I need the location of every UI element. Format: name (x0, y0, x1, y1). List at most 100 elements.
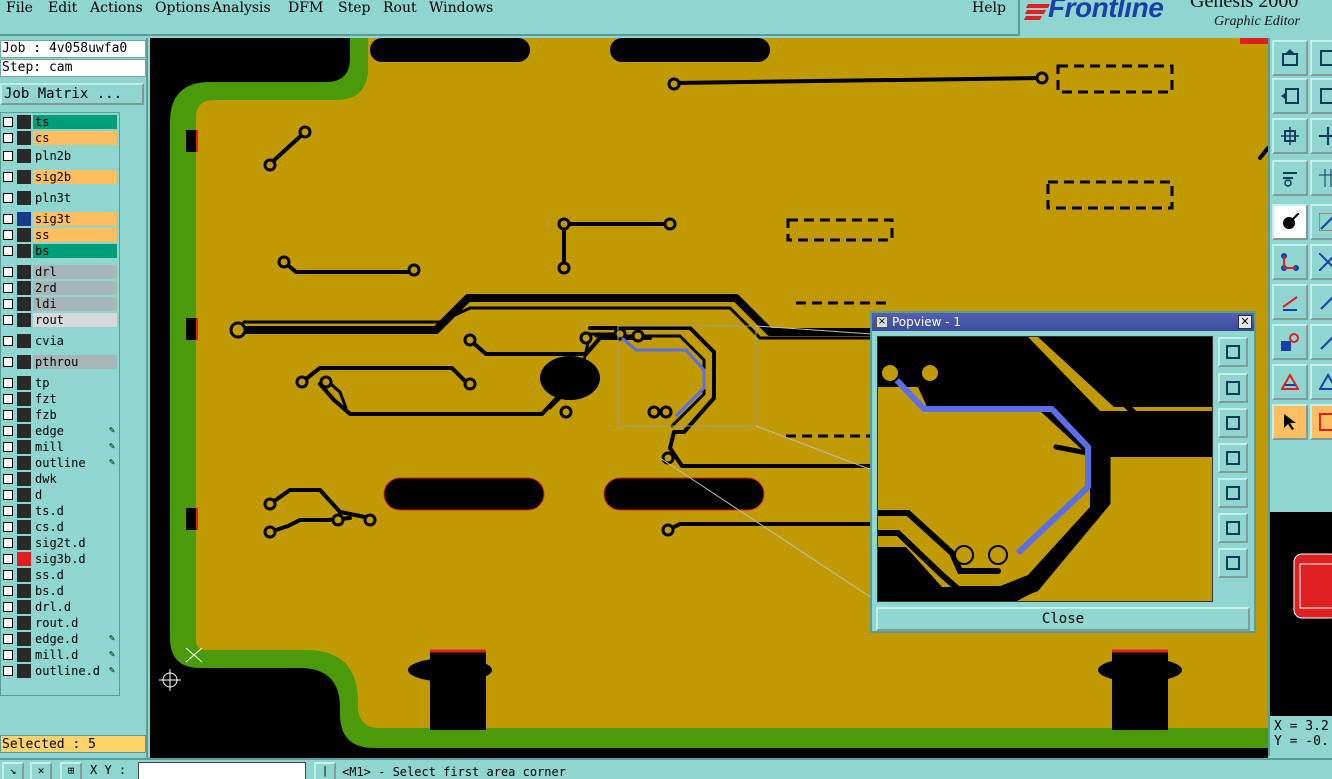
menu-rout[interactable]: Rout (383, 0, 417, 16)
measure-tool-button[interactable] (1272, 160, 1308, 196)
layer-row[interactable]: pthrou (1, 355, 119, 369)
layer-row[interactable]: dwk (1, 472, 119, 486)
layer-row[interactable]: mill.d ✎ (1, 648, 119, 662)
layer-name[interactable]: cs (33, 131, 117, 145)
layer-checkbox[interactable] (3, 474, 13, 484)
layer-affected-marker[interactable] (17, 632, 31, 646)
popview-menu-icon[interactable]: × (876, 316, 888, 328)
layer-name[interactable]: drl.d (33, 600, 117, 614)
layer-row[interactable]: edge ✎ (1, 424, 119, 438)
draw-line-button[interactable] (1272, 284, 1308, 320)
popview-zoom-view[interactable] (877, 336, 1213, 602)
layer-name[interactable]: ts.d (33, 504, 117, 518)
layer-name[interactable]: fzb (33, 408, 117, 422)
layer-checkbox[interactable] (3, 634, 13, 644)
layer-checkbox[interactable] (3, 357, 13, 367)
menu-options[interactable]: Options (155, 0, 210, 16)
grid-snap-button[interactable]: ⊞ (60, 762, 82, 779)
layer-affected-marker[interactable] (17, 244, 31, 258)
layer-row[interactable]: tp (1, 376, 119, 390)
layer-checkbox[interactable] (3, 214, 13, 224)
layer-affected-marker[interactable] (17, 552, 31, 566)
layer-row[interactable]: outline ✎ (1, 456, 119, 470)
layer-row[interactable]: ldi (1, 297, 119, 311)
popview-window[interactable]: × Popview - 1 ✕ Close (870, 311, 1256, 633)
layer-checkbox[interactable] (3, 193, 13, 203)
layer-row[interactable]: 2rd (1, 281, 119, 295)
layer-name[interactable]: cvia (33, 334, 117, 348)
layer-checkbox[interactable] (3, 378, 13, 388)
popview-pan-left-button[interactable] (1218, 443, 1248, 473)
layer-row[interactable]: cvia (1, 334, 119, 348)
layer-name[interactable]: sig3t (33, 212, 117, 226)
layer-checkbox[interactable] (3, 554, 13, 564)
cross-tool-button[interactable] (1310, 244, 1332, 280)
layer-name[interactable]: fzt (33, 392, 117, 406)
layer-name[interactable]: rout (33, 313, 117, 327)
layer-row[interactable]: drl.d (1, 600, 119, 614)
menu-step[interactable]: Step (338, 0, 370, 16)
layer-row[interactable]: ss.d (1, 568, 119, 582)
layer-affected-marker[interactable] (17, 488, 31, 502)
layer-affected-marker[interactable] (17, 355, 31, 369)
layer-checkbox[interactable] (3, 117, 13, 127)
layer-checkbox[interactable] (3, 283, 13, 293)
layer-name[interactable]: sig3b.d (33, 552, 117, 566)
layer-affected-marker[interactable] (17, 504, 31, 518)
add-pad-button[interactable] (1272, 324, 1308, 360)
layer-row[interactable]: mill ✎ (1, 440, 119, 454)
zoom-fit-button[interactable] (1272, 118, 1308, 154)
layer-checkbox[interactable] (3, 666, 13, 676)
layer-checkbox[interactable] (3, 410, 13, 420)
layer-name[interactable]: ss.d (33, 568, 117, 582)
layer-checkbox[interactable] (3, 133, 13, 143)
layer-affected-marker[interactable] (17, 170, 31, 184)
layer-affected-marker[interactable] (17, 228, 31, 242)
popview-close-button[interactable]: Close (876, 607, 1250, 631)
menu-edit[interactable]: Edit (48, 0, 77, 16)
zoom-tool-button-2[interactable] (1310, 40, 1332, 76)
layer-name[interactable]: 2rd (33, 281, 117, 295)
draw-arc-button[interactable] (1310, 284, 1332, 320)
layer-affected-marker[interactable] (17, 472, 31, 486)
layer-checkbox[interactable] (3, 442, 13, 452)
layer-affected-marker[interactable] (17, 376, 31, 390)
layer-name[interactable]: sig2t.d (33, 536, 117, 550)
layer-checkbox[interactable] (3, 458, 13, 468)
layer-name[interactable]: bs (33, 244, 117, 258)
popview-zoom-in-button[interactable] (1218, 513, 1248, 543)
layer-row[interactable]: sig2t.d (1, 536, 119, 550)
layer-checkbox[interactable] (3, 230, 13, 240)
layer-affected-marker[interactable] (17, 600, 31, 614)
menu-help[interactable]: Help (972, 0, 1006, 16)
layer-row[interactable]: ts (1, 115, 119, 129)
zoom-home-button[interactable] (1272, 40, 1308, 76)
layer-row[interactable]: cs (1, 131, 119, 145)
layer-name[interactable]: mill.d (33, 648, 117, 662)
layer-name[interactable]: ts (33, 115, 117, 129)
layer-affected-marker[interactable] (17, 648, 31, 662)
layer-row[interactable]: rout (1, 313, 119, 327)
xy-input[interactable] (138, 762, 306, 779)
layer-row[interactable]: ts.d (1, 504, 119, 518)
popview-zoom-home-button[interactable] (1218, 337, 1248, 367)
popview-pan-up-button[interactable] (1218, 373, 1248, 403)
menu-analysis[interactable]: Analysis (212, 0, 271, 16)
layer-row[interactable]: outline.d ✎ (1, 664, 119, 678)
layer-affected-marker[interactable] (17, 313, 31, 327)
layer-affected-marker[interactable] (17, 131, 31, 145)
layer-checkbox[interactable] (3, 618, 13, 628)
layer-checkbox[interactable] (3, 650, 13, 660)
layer-affected-marker[interactable] (17, 408, 31, 422)
snap-button[interactable]: ↘ (2, 762, 24, 779)
popview-pan-down-button[interactable] (1218, 408, 1248, 438)
layer-checkbox[interactable] (3, 394, 13, 404)
layer-checkbox[interactable] (3, 570, 13, 580)
layer-name[interactable]: edge.d (33, 632, 117, 646)
line-tool-button[interactable] (1310, 204, 1332, 240)
layer-affected-marker[interactable] (17, 616, 31, 630)
layer-name[interactable]: bs.d (33, 584, 117, 598)
menu-windows[interactable]: Windows (429, 0, 493, 16)
layer-row[interactable]: pln2b (1, 149, 119, 163)
layer-checkbox[interactable] (3, 336, 13, 346)
